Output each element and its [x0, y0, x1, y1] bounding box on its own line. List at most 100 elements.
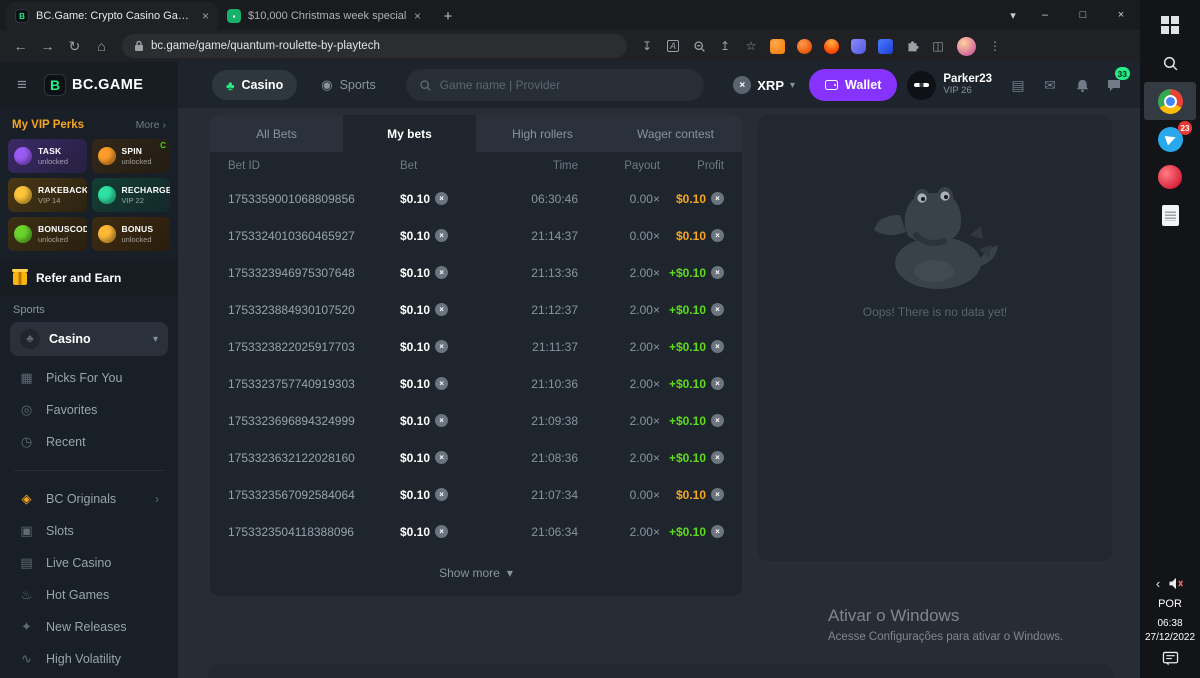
xrp-coin-icon: ×	[711, 451, 724, 464]
show-more-button[interactable]: Show more ▾	[210, 550, 742, 596]
bets-tab-all-bets[interactable]: All Bets	[210, 115, 343, 152]
bell-icon[interactable]	[1066, 69, 1098, 101]
sidebar-item-hot-games[interactable]: ♨Hot Games	[0, 579, 178, 611]
tab-title: BC.Game: Crypto Casino Games |	[36, 10, 195, 22]
reload-icon[interactable]: ↻	[62, 34, 87, 59]
perk-card-task[interactable]: TASKunlocked	[8, 139, 87, 173]
zoom-icon[interactable]	[687, 34, 711, 58]
perk-card-spin[interactable]: SPINunlockedC	[92, 139, 171, 173]
speaker-muted-icon[interactable]	[1168, 577, 1184, 590]
table-row[interactable]: 1753323822025917703$0.10×21:11:372.00×+$…	[210, 328, 742, 365]
table-row[interactable]: 1753323504118388096$0.10×21:06:342.00×+$…	[210, 513, 742, 550]
sidebar-item-casino[interactable]: ♣ Casino ▾	[10, 322, 168, 356]
perk-card-rakeback[interactable]: RAKEBACKVIP 14	[8, 178, 87, 212]
navy-extension-icon[interactable]	[878, 39, 893, 54]
windows-activation-watermark: Ativar o Windows Acesse Configurações pa…	[828, 606, 1063, 643]
perk-subtitle: VIP 22	[122, 196, 171, 205]
sidebar-item-slots[interactable]: ▣Slots	[0, 515, 178, 547]
taskbar-telegram-button[interactable]: 23	[1144, 120, 1196, 158]
taskbar-chrome-button[interactable]	[1144, 82, 1196, 120]
side-panel-icon[interactable]: ◫	[926, 34, 950, 58]
taskbar-red-app-button[interactable]	[1144, 158, 1196, 196]
taskbar-notes-button[interactable]	[1144, 196, 1196, 234]
taskbar-clock[interactable]: 06:38 27/12/2022	[1145, 617, 1195, 644]
currency-selector[interactable]: × XRP ▾	[729, 76, 799, 94]
download-icon[interactable]: ↧	[635, 34, 659, 58]
menu-kebab-icon[interactable]: ⋮	[983, 34, 1007, 58]
perk-card-bonuscode[interactable]: BONUSCODEunlocked	[8, 217, 87, 251]
start-button[interactable]	[1144, 6, 1196, 44]
xrp-coin-icon: ×	[435, 303, 448, 316]
table-row[interactable]: 1753323946975307648$0.10×21:13:362.00×+$…	[210, 254, 742, 291]
table-row[interactable]: 1753323567092584064$0.10×21:07:340.00×$0…	[210, 476, 742, 513]
table-row[interactable]: 1753359001068809856$0.10×06:30:460.00×$0…	[210, 180, 742, 217]
sidebar-item-new-releases[interactable]: ✦New Releases	[0, 611, 178, 643]
extensions-puzzle-icon[interactable]	[900, 34, 924, 58]
perk-subtitle: unlocked	[122, 157, 152, 166]
bets-tabs: All BetsMy betsHigh rollersWager contest	[210, 115, 742, 152]
sidebar-item-picks-for-you[interactable]: ▦Picks For You	[0, 362, 178, 394]
home-icon[interactable]: ⌂	[89, 34, 114, 59]
sidebar-item-favorites[interactable]: ◎Favorites	[0, 394, 178, 426]
taskbar-search-button[interactable]	[1144, 44, 1196, 82]
sidebar-item-recent[interactable]: ◷Recent	[0, 426, 178, 458]
new-tab-button[interactable]: +	[435, 3, 461, 29]
action-center-icon[interactable]	[1162, 651, 1179, 666]
minimize-button[interactable]: –	[1026, 0, 1064, 30]
hamburger-icon[interactable]: ≡	[0, 62, 44, 108]
table-row[interactable]: 1753323696894324999$0.10×21:09:382.00×+$…	[210, 402, 742, 439]
bet-id: 1753323696894324999	[228, 414, 400, 428]
extension-orange-icon[interactable]	[797, 39, 812, 54]
telegram-badge: 23	[1178, 121, 1192, 135]
flame-extension-icon[interactable]	[824, 39, 839, 54]
share-icon[interactable]: ↥	[713, 34, 737, 58]
tab-close-icon[interactable]: ×	[202, 9, 209, 23]
language-indicator[interactable]: POR	[1158, 598, 1182, 610]
close-window-button[interactable]: ×	[1102, 0, 1140, 30]
bets-tab-my-bets[interactable]: My bets	[343, 115, 476, 152]
user-profile[interactable]: Parker23 VIP 26	[907, 71, 992, 100]
bets-tab-wager-contest[interactable]: Wager contest	[609, 115, 742, 152]
game-search[interactable]	[406, 69, 704, 101]
table-row[interactable]: 1753324010360465927$0.10×21:14:370.00×$0…	[210, 217, 742, 254]
address-bar[interactable]: bc.game/game/quantum-roulette-by-playtec…	[122, 34, 627, 58]
tab-close-icon[interactable]: ×	[414, 9, 421, 23]
metamask-fox-icon[interactable]	[770, 39, 785, 54]
bet-list-icon[interactable]: ▤	[1002, 69, 1034, 101]
browser-tab-christmas[interactable]: ▪ $10,000 Christmas week special ×	[218, 2, 430, 30]
table-row[interactable]: 1753323757740919303$0.10×21:10:362.00×+$…	[210, 365, 742, 402]
bet-id: 1753323504118388096	[228, 525, 400, 539]
translate-icon[interactable]: A	[661, 34, 685, 58]
tab-search-chevron-icon[interactable]: ▾	[1000, 0, 1026, 30]
bets-tab-high-rollers[interactable]: High rollers	[476, 115, 609, 152]
vip-more-link[interactable]: More ›	[136, 119, 166, 131]
mail-icon[interactable]: ✉	[1034, 69, 1066, 101]
xrp-coin-icon: ×	[435, 377, 448, 390]
back-icon[interactable]: ←	[8, 34, 33, 59]
sidebar-item-live-casino[interactable]: ▤Live Casino	[0, 547, 178, 579]
bet-id: 1753323632122028160	[228, 451, 400, 465]
table-row[interactable]: 1753323632122028160$0.10×21:08:362.00×+$…	[210, 439, 742, 476]
table-row[interactable]: 1753323884930107520$0.10×21:12:372.00×+$…	[210, 291, 742, 328]
perk-card-recharge[interactable]: RECHARGEVIP 22	[92, 178, 171, 212]
forward-icon[interactable]: →	[35, 34, 60, 59]
bcgame-logo-text: BC.GAME	[72, 77, 143, 93]
tray-expand-chevron-icon[interactable]: ‹	[1156, 576, 1160, 591]
tab-sports[interactable]: ◉ Sports	[307, 70, 389, 100]
bcgame-logo[interactable]: B BC.GAME	[44, 74, 143, 96]
shield-extension-icon[interactable]	[851, 39, 866, 54]
perk-card-bonus[interactable]: BONUSunlocked	[92, 217, 171, 251]
tab-casino[interactable]: ♣ Casino	[212, 70, 297, 100]
sidebar-item-bc-originals[interactable]: ◈BC Originals›	[0, 483, 178, 515]
site-header: ≡ B BC.GAME ♣ Casino ◉ Sports	[0, 62, 1140, 108]
browser-profile-avatar[interactable]	[957, 37, 976, 56]
refer-and-earn[interactable]: Refer and Earn	[0, 260, 178, 296]
xrp-coin-icon: ×	[435, 192, 448, 205]
sidebar-item-high-volatility[interactable]: ∿High Volatility	[0, 643, 178, 675]
wallet-button[interactable]: Wallet	[809, 69, 897, 101]
maximize-button[interactable]: □	[1064, 0, 1102, 30]
chat-icon[interactable]: 33	[1098, 69, 1130, 101]
search-input[interactable]	[440, 78, 691, 92]
browser-tab-bcgame[interactable]: B BC.Game: Crypto Casino Games | ×	[6, 2, 218, 30]
bookmark-star-icon[interactable]: ☆	[739, 34, 763, 58]
